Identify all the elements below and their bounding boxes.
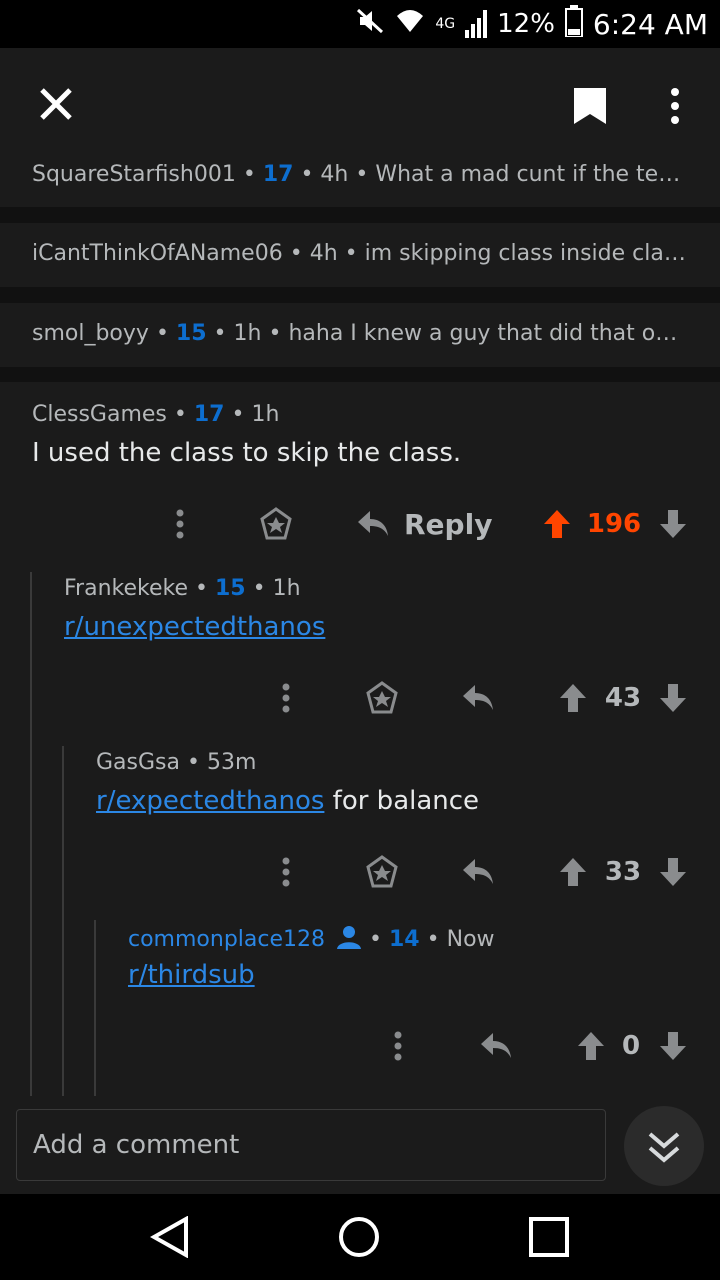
- comment-author[interactable]: commonplace128: [128, 927, 325, 952]
- more-options-icon[interactable]: [274, 854, 298, 890]
- comment-body: r/unexpectedthanos: [64, 612, 325, 642]
- vote-count: 196: [586, 509, 642, 539]
- comment-author: smol_boyy: [32, 321, 149, 346]
- divider: [0, 207, 720, 223]
- comment-score: 17: [262, 162, 294, 187]
- comment-time: 4h: [320, 162, 349, 187]
- home-icon[interactable]: [338, 1216, 380, 1262]
- comment-meta: Frankekeke • 15 • 1h: [64, 576, 301, 601]
- downvote-icon[interactable]: [656, 854, 690, 890]
- vote-count: 43: [604, 683, 642, 713]
- subreddit-link[interactable]: r/thirdsub: [128, 960, 255, 990]
- recents-icon[interactable]: [528, 1216, 570, 1262]
- top-app-bar: [0, 48, 720, 161]
- subreddit-link[interactable]: r/unexpectedthanos: [64, 612, 325, 642]
- comment-time: 1h: [272, 576, 301, 601]
- bookmark-icon[interactable]: [570, 86, 610, 126]
- upvote-icon[interactable]: [540, 506, 574, 542]
- comment-time: Now: [446, 927, 495, 952]
- comment-body: r/thirdsub: [128, 960, 255, 990]
- downvote-icon[interactable]: [656, 1028, 690, 1064]
- reply-icon[interactable]: [478, 1028, 514, 1064]
- double-chevron-down-icon: [648, 1132, 680, 1163]
- user-icon: [336, 924, 362, 956]
- comment-meta: commonplace128 • 14 • Now: [128, 924, 495, 956]
- subreddit-link[interactable]: r/expectedthanos: [96, 786, 324, 816]
- reply-button[interactable]: Reply: [356, 506, 496, 542]
- vote-count: 33: [604, 857, 642, 887]
- system-nav-bar: [0, 1194, 720, 1280]
- comment-preview: haha I knew a guy that did that once...: [288, 321, 690, 346]
- comment-meta: GasGsa • 53m: [96, 750, 257, 775]
- comment-author[interactable]: ClessGames: [32, 402, 167, 427]
- thread-line: [30, 572, 32, 1096]
- divider: [0, 367, 720, 382]
- comment-body: I used the class to skip the class.: [32, 438, 462, 468]
- comment-score: 15: [175, 321, 207, 346]
- divider: [0, 287, 720, 303]
- comment-author[interactable]: GasGsa: [96, 750, 180, 775]
- comment-input[interactable]: Add a comment: [16, 1109, 606, 1181]
- clock: 6:24 AM: [592, 7, 708, 41]
- comment-preview: im skipping class inside clas...: [364, 241, 690, 266]
- thread-line: [94, 920, 96, 1096]
- comment-time: 1h: [251, 402, 280, 427]
- downvote-icon[interactable]: [656, 680, 690, 716]
- upvote-icon[interactable]: [556, 854, 590, 890]
- status-bar: 4G 12% 6:24 AM: [0, 0, 720, 48]
- comment-thread: ClessGames • 17 • 1h I used the class to…: [0, 382, 720, 1108]
- comment-score: 14: [389, 927, 420, 952]
- comment-body: r/expectedthanos for balance: [96, 786, 479, 816]
- comment-meta: ClessGames • 17 • 1h: [32, 402, 280, 427]
- upvote-icon[interactable]: [574, 1028, 608, 1064]
- comment-author: SquareStarfish001: [32, 162, 236, 187]
- upvote-icon[interactable]: [556, 680, 590, 716]
- comment-preview: What a mad cunt if the teach...: [375, 162, 690, 187]
- wifi-icon: [395, 6, 425, 43]
- comment-time: 4h: [309, 241, 338, 266]
- comment-score: 15: [214, 576, 246, 601]
- jump-next-button[interactable]: [624, 1106, 704, 1186]
- award-icon[interactable]: [364, 854, 400, 890]
- comment-time: 1h: [233, 321, 262, 346]
- comment-composer: Add a comment: [0, 1106, 720, 1194]
- more-options-icon[interactable]: [386, 1028, 410, 1064]
- back-icon[interactable]: [149, 1215, 190, 1262]
- signal-icon: [465, 10, 488, 38]
- reply-label: Reply: [404, 507, 493, 541]
- comment-author: iCantThinkOfAName06: [32, 241, 283, 266]
- network-type: 4G: [435, 16, 456, 32]
- reply-icon: [358, 511, 388, 536]
- mute-icon: [355, 6, 385, 43]
- comment-time: 53m: [206, 750, 257, 775]
- award-icon[interactable]: [364, 680, 400, 716]
- vote-count: 0: [621, 1031, 641, 1061]
- reply-icon[interactable]: [460, 680, 496, 716]
- close-icon[interactable]: [36, 84, 76, 124]
- battery-icon: [564, 4, 583, 44]
- collapsed-comment[interactable]: smol_boyy • 15 • 1h • haha I knew a guy …: [0, 303, 720, 367]
- thread-line: [62, 746, 64, 1096]
- battery-percent: 12%: [497, 9, 555, 39]
- comment-score: 17: [193, 402, 225, 427]
- comment-author[interactable]: Frankekeke: [64, 576, 188, 601]
- more-options-icon[interactable]: [168, 506, 192, 542]
- more-options-icon[interactable]: [274, 680, 298, 716]
- collapsed-comment[interactable]: SquareStarfish001 • 17 • 4h • What a mad…: [0, 150, 720, 207]
- more-options-icon[interactable]: [660, 86, 690, 126]
- reply-icon[interactable]: [460, 854, 496, 890]
- award-icon[interactable]: [258, 506, 294, 542]
- collapsed-comment[interactable]: iCantThinkOfAName06 • 4h • im skipping c…: [0, 223, 720, 287]
- comment-text: for balance: [324, 786, 480, 816]
- downvote-icon[interactable]: [656, 506, 690, 542]
